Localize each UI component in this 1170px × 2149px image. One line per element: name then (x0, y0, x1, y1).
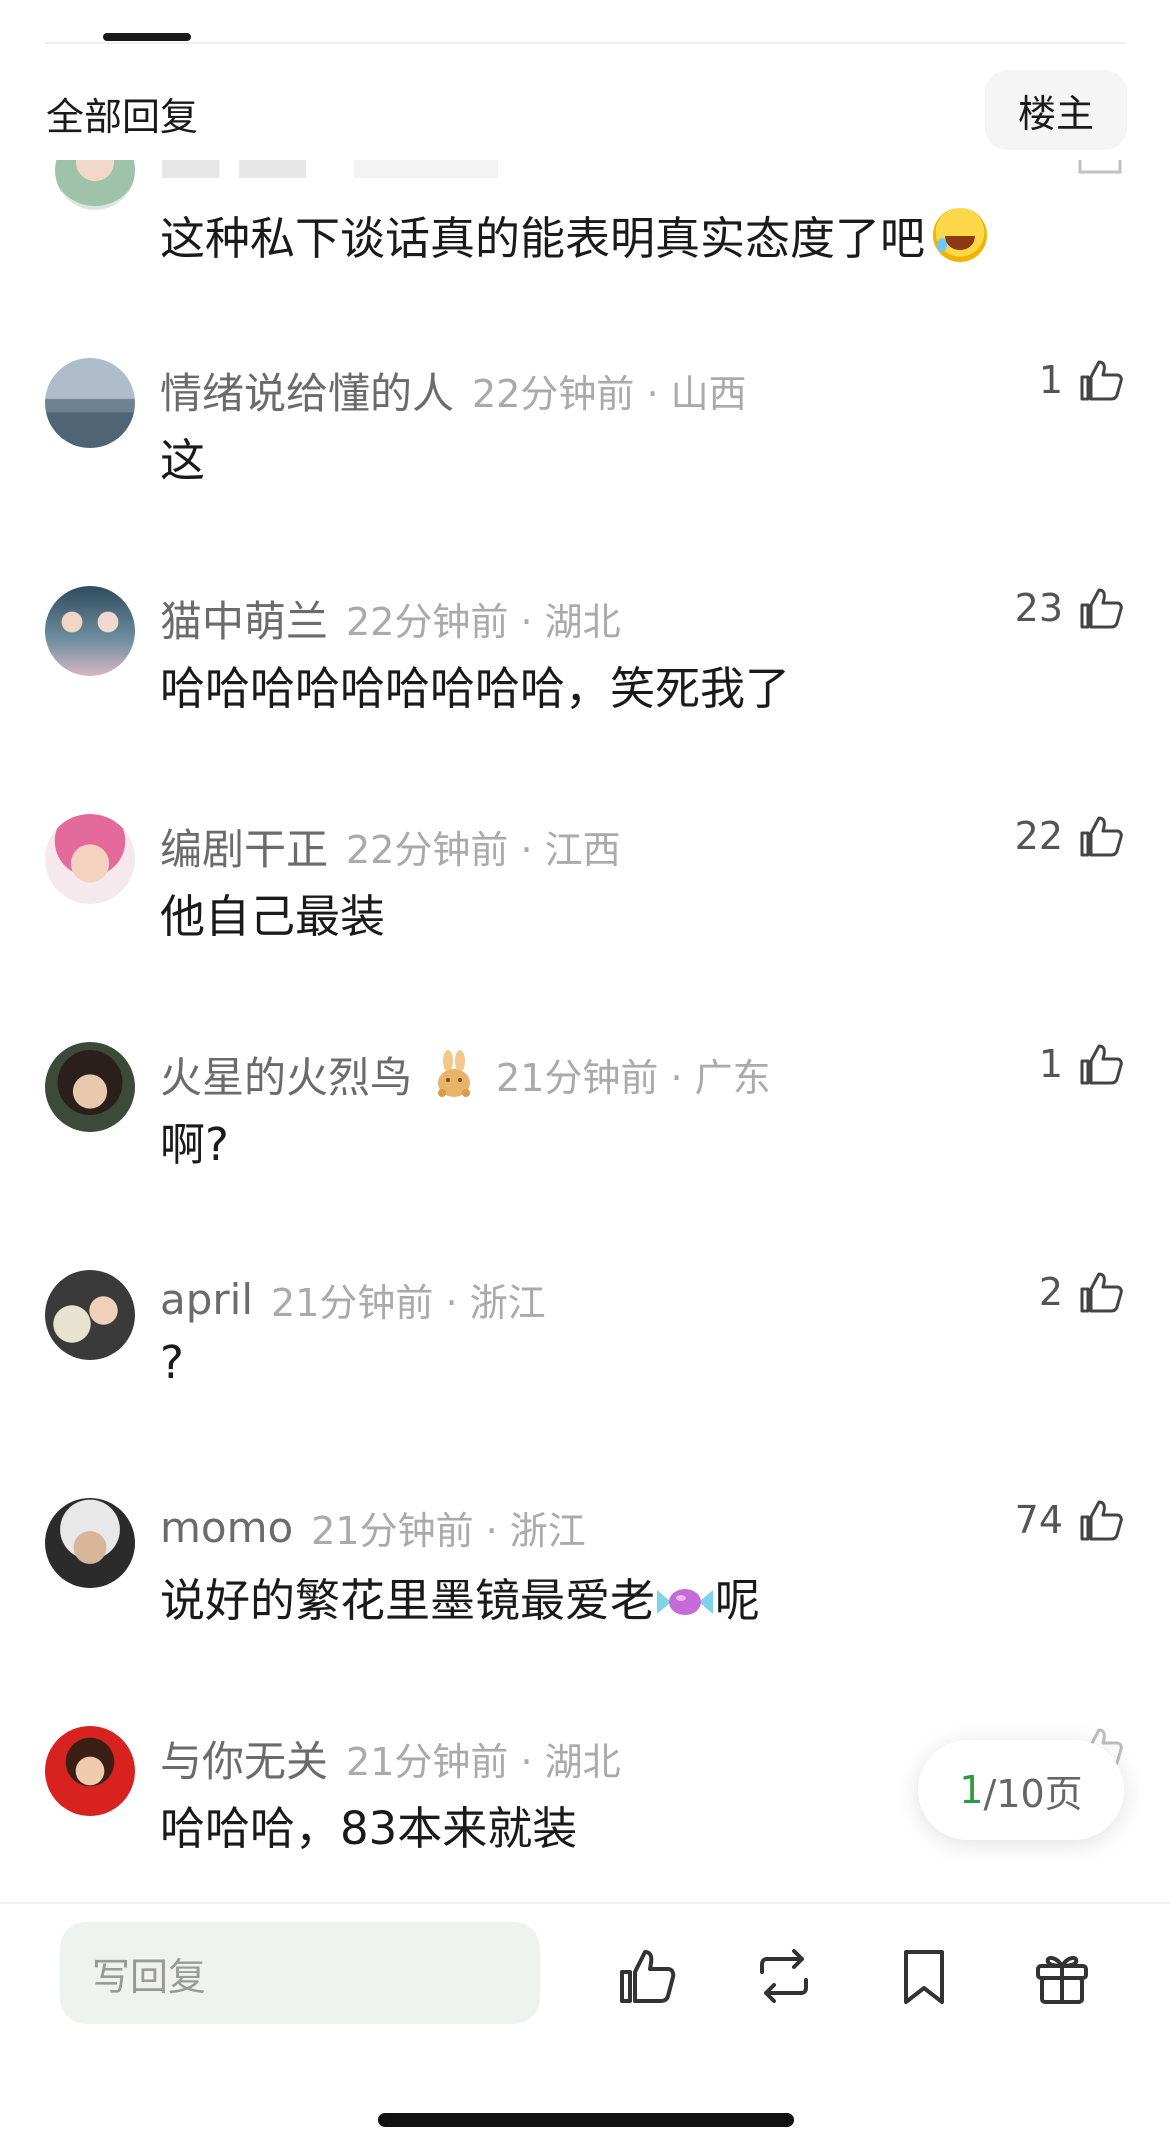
avatar[interactable] (45, 1042, 135, 1132)
comment-item: april 21分钟前 · 浙江 2 ? (0, 1270, 1170, 1450)
username[interactable]: 火星的火烈鸟 (160, 1044, 412, 1105)
thumb-up-icon[interactable] (615, 1944, 679, 2008)
comment-time: 22分钟前 · 江西 (346, 828, 621, 872)
comment-text: 这 (160, 434, 206, 487)
avatar[interactable] (45, 358, 135, 448)
rabbit-badge-icon (438, 1049, 471, 1097)
username[interactable]: 猫中萌兰 (160, 588, 328, 649)
avatar[interactable] (45, 814, 135, 904)
thumb-up-icon (1080, 1500, 1123, 1541)
repost-icon[interactable] (752, 1944, 816, 2008)
like-count: 2 (1038, 1270, 1063, 1314)
avatar[interactable] (45, 1270, 135, 1360)
comment-item: momo 21分钟前 · 浙江 74 说好的繁花里墨镜最爱老 呢 (0, 1498, 1170, 1678)
thumb-up-icon (1080, 1044, 1123, 1085)
bookmark-icon[interactable] (892, 1944, 956, 2008)
home-indicator (378, 2113, 794, 2127)
avatar[interactable] (55, 160, 135, 210)
comment-text: 说好的繁花里墨镜最爱老 呢 (160, 1564, 760, 1629)
like-count: 1 (1038, 358, 1063, 402)
thumb-up-icon (1080, 360, 1123, 401)
like-count: 1 (1038, 1042, 1063, 1086)
rolling-laughing-emoji-icon (933, 208, 988, 262)
comment-time: 21分钟前 · 浙江 (311, 1509, 586, 1553)
like-count: 22 (1014, 814, 1063, 858)
thumb-up-icon (1080, 588, 1123, 629)
comment-text: 这种私下谈话真的能表明真实态度了吧 (160, 202, 988, 267)
like-button[interactable]: 2 (1039, 1268, 1125, 1316)
like-button[interactable]: 22 (1015, 812, 1125, 860)
comment-item: 情绪说给懂的人 22分钟前 · 山西 1 这 (0, 358, 1170, 538)
avatar[interactable] (45, 1498, 135, 1588)
like-button[interactable]: 74 (1015, 1496, 1125, 1544)
like-count: 74 (1014, 1498, 1063, 1542)
comment-text: 啊? (160, 1118, 229, 1171)
page-total: /10页 (983, 1771, 1083, 1816)
like-button[interactable]: 1 (1039, 356, 1125, 404)
comment-text: 他自己最装 (160, 890, 386, 943)
comment-time: 22分钟前 · 湖北 (346, 600, 621, 644)
comment-text-before: 说好的繁花里墨镜最爱老 (160, 1574, 656, 1627)
reply-input[interactable]: 写回复 (60, 1922, 540, 2024)
top-divider (45, 42, 1125, 44)
comment-text-after: 呢 (715, 1574, 761, 1627)
username[interactable]: 编剧干正 (160, 816, 328, 877)
thumb-up-icon (1080, 1272, 1123, 1313)
thumb-up-icon (1080, 816, 1123, 857)
gift-icon[interactable] (1030, 1944, 1094, 2008)
op-filter-button[interactable]: 楼主 (985, 70, 1127, 150)
thumb-up-icon[interactable] (1075, 160, 1125, 176)
avatar[interactable] (45, 1726, 135, 1816)
username[interactable]: april (160, 1275, 253, 1324)
candy-emoji-icon (657, 1589, 714, 1615)
page-current: 1 (959, 1768, 984, 1812)
comment-text-content: 这种私下谈话真的能表明真实态度了吧 (160, 212, 926, 265)
comment-time: 21分钟前 · 浙江 (271, 1281, 546, 1325)
tab-indicator (103, 33, 191, 41)
comment-time: 22分钟前 · 山西 (472, 372, 747, 416)
like-button[interactable]: 1 (1039, 1040, 1125, 1088)
comment-text: 哈哈哈，83本来就装 (160, 1802, 578, 1855)
like-button[interactable]: 23 (1015, 584, 1125, 632)
partial-name-strip (162, 160, 642, 178)
comment-time: 21分钟前 · 广东 (496, 1056, 771, 1100)
bottom-divider (0, 1902, 1170, 1904)
comment-item: 编剧干正 22分钟前 · 江西 22 他自己最装 (0, 814, 1170, 994)
comment-text: ? (160, 1336, 184, 1389)
partial-comment: 这种私下谈话真的能表明真实态度了吧 (0, 160, 1170, 280)
page-title: 全部回复 (46, 95, 199, 139)
avatar[interactable] (45, 586, 135, 676)
username[interactable]: 情绪说给懂的人 (160, 360, 454, 421)
page-indicator[interactable]: 1/10页 (918, 1740, 1124, 1840)
comment-time: 21分钟前 · 湖北 (346, 1740, 621, 1784)
comment-item: 火星的火烈鸟 21分钟前 · 广东 1 啊? (0, 1042, 1170, 1222)
like-count: 23 (1014, 586, 1063, 630)
username[interactable]: momo (160, 1503, 293, 1552)
comment-item: 猫中萌兰 22分钟前 · 湖北 23 哈哈哈哈哈哈哈哈哈，笑死我了 (0, 586, 1170, 766)
username[interactable]: 与你无关 (160, 1728, 328, 1789)
comment-text: 哈哈哈哈哈哈哈哈哈，笑死我了 (160, 662, 791, 715)
